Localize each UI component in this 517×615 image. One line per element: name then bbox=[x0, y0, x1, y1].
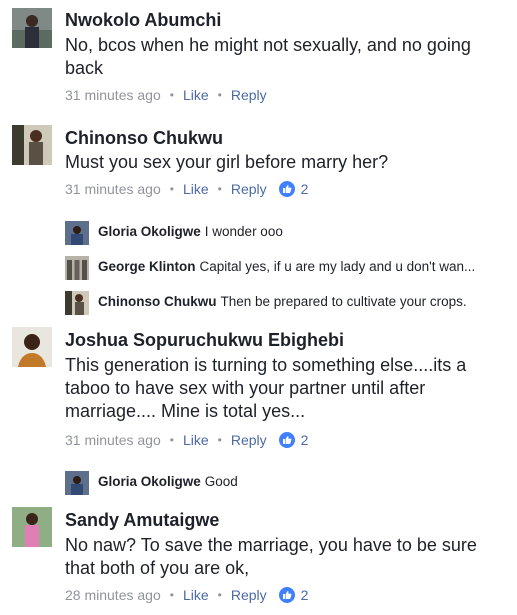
comment-timestamp[interactable]: 31 minutes ago bbox=[65, 181, 161, 197]
comment-meta: 31 minutes ago • Like • Reply 2 bbox=[65, 181, 308, 197]
reply-avatar[interactable] bbox=[65, 221, 89, 245]
reply-button[interactable]: Reply bbox=[231, 432, 267, 448]
separator-dot: • bbox=[217, 182, 222, 196]
separator-dot: • bbox=[217, 88, 222, 102]
thumbs-up-icon bbox=[278, 181, 295, 197]
comment-author[interactable]: Chinonso Chukwu bbox=[65, 128, 223, 149]
comment-meta: 31 minutes ago • Like • Reply bbox=[65, 87, 267, 103]
reaction-summary[interactable]: 2 bbox=[278, 181, 309, 197]
comment-author[interactable]: Joshua Sopuruchukwu Ebighebi bbox=[65, 330, 344, 351]
reply-author[interactable]: Chinonso Chukwu bbox=[98, 294, 217, 309]
separator-dot: • bbox=[217, 433, 222, 447]
reply-avatar[interactable] bbox=[65, 291, 89, 315]
comment-meta: 28 minutes ago • Like • Reply 2 bbox=[65, 587, 308, 603]
comment-text: No naw? To save the marriage, you have t… bbox=[65, 534, 477, 580]
reply-author[interactable]: Gloria Okoligwe bbox=[98, 224, 201, 239]
comment-text: No, bcos when he might not sexually, and… bbox=[65, 34, 471, 80]
comment-meta: 31 minutes ago • Like • Reply 2 bbox=[65, 432, 308, 448]
reply-author[interactable]: George Klinton bbox=[98, 259, 196, 274]
avatar[interactable] bbox=[12, 125, 52, 165]
reply-button[interactable]: Reply bbox=[231, 87, 267, 103]
comment-line: Must you sex your girl before marry her? bbox=[65, 152, 389, 172]
comment-author[interactable]: Sandy Amutaigwe bbox=[65, 510, 219, 531]
comment-line: back bbox=[65, 58, 104, 78]
avatar[interactable] bbox=[12, 507, 52, 547]
reply-button[interactable]: Reply bbox=[231, 587, 267, 603]
reaction-summary[interactable]: 2 bbox=[278, 432, 309, 448]
avatar[interactable] bbox=[12, 327, 52, 367]
like-button[interactable]: Like bbox=[183, 587, 209, 603]
separator-dot: • bbox=[169, 182, 174, 196]
reaction-count: 2 bbox=[300, 432, 309, 448]
separator-dot: • bbox=[169, 88, 174, 102]
reaction-count: 2 bbox=[300, 587, 309, 603]
reply-text: Capital yes, if u are my lady and u don'… bbox=[199, 259, 476, 274]
thumbs-up-icon bbox=[278, 432, 295, 448]
comment-timestamp[interactable]: 28 minutes ago bbox=[65, 587, 161, 603]
reply-item: Chinonso Chukwu Then be prepared to cult… bbox=[98, 294, 508, 309]
thumbs-up-icon bbox=[278, 587, 295, 603]
comment-line: marriage.... Mine is total yes... bbox=[65, 401, 306, 421]
separator-dot: • bbox=[169, 588, 174, 602]
comment-line: This generation is turning to something … bbox=[65, 355, 467, 375]
reply-item: Gloria Okoligwe Good bbox=[98, 474, 508, 489]
comment-line: taboo to have sex with your partner unti… bbox=[65, 378, 426, 398]
reply-avatar[interactable] bbox=[65, 256, 89, 280]
like-button[interactable]: Like bbox=[183, 181, 209, 197]
reply-avatar[interactable] bbox=[65, 471, 89, 495]
comment-timestamp[interactable]: 31 minutes ago bbox=[65, 87, 161, 103]
reply-text: Good bbox=[204, 474, 238, 489]
comment-text: Must you sex your girl before marry her? bbox=[65, 151, 388, 174]
comment-line: No naw? To save the marriage, you have t… bbox=[65, 535, 477, 555]
comment-text: This generation is turning to something … bbox=[65, 354, 466, 423]
avatar[interactable] bbox=[12, 8, 52, 48]
like-button[interactable]: Like bbox=[183, 432, 209, 448]
reply-author[interactable]: Gloria Okoligwe bbox=[98, 474, 201, 489]
like-button[interactable]: Like bbox=[183, 87, 209, 103]
reply-text: Then be prepared to cultivate your crops… bbox=[220, 294, 467, 309]
comment-timestamp[interactable]: 31 minutes ago bbox=[65, 432, 161, 448]
reply-text: I wonder ooo bbox=[204, 224, 283, 239]
reply-item: George Klinton Capital yes, if u are my … bbox=[98, 259, 508, 274]
reaction-summary[interactable]: 2 bbox=[278, 587, 309, 603]
separator-dot: • bbox=[217, 588, 222, 602]
comment-author[interactable]: Nwokolo Abumchi bbox=[65, 10, 221, 31]
comment-line: No, bcos when he might not sexually, and… bbox=[65, 35, 471, 55]
reply-button[interactable]: Reply bbox=[231, 181, 267, 197]
comment-line: that both of you are ok, bbox=[65, 558, 250, 578]
reaction-count: 2 bbox=[300, 181, 309, 197]
separator-dot: • bbox=[169, 433, 174, 447]
reply-item: Gloria Okoligwe I wonder ooo bbox=[98, 224, 508, 239]
